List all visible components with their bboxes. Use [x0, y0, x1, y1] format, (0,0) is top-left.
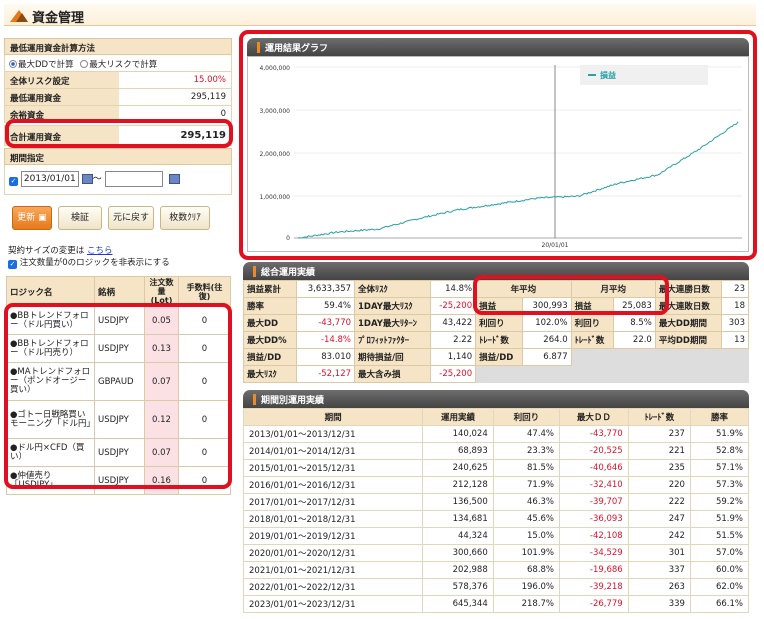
periods-header: 期間別運用実績: [243, 390, 749, 408]
period-section: 期間指定 ✓ 2013/01/01 〜: [4, 148, 232, 195]
calc-method-options: 最大DDで計算 最大リスクで計算: [4, 55, 232, 72]
period-row: 2018/01/01〜2018/12/31 134,681 45.6% -36,093…: [242, 510, 750, 528]
calendar-from-icon[interactable]: [81, 174, 93, 184]
hide-zero-option[interactable]: ✓ 注文数量が0のロジックを非表示にする: [8, 256, 170, 269]
clear-button[interactable]: 枚数ｸﾘｱ: [160, 206, 210, 230]
date-from-input[interactable]: 2013/01/01: [20, 171, 79, 187]
highlight-graph: [239, 30, 757, 260]
period-row: 2015/01/01〜2015/12/31 240,625 81.5% -40,646…: [242, 459, 750, 477]
contract-note: 契約サイズの変更は こちら: [8, 246, 113, 256]
period-row: 2023/01/01〜2023/12/31 645,344 218.7% -26,77…: [242, 595, 750, 613]
risk-setting-row: 全体リスク設定 15.00%: [4, 72, 232, 89]
calc-method-header: 最低運用資金計算方法: [4, 38, 232, 55]
highlight-logic-rows: [4, 303, 232, 489]
risk-setting-value[interactable]: 15.00%: [119, 72, 231, 88]
period-row: 2019/01/01〜2019/12/31 44,324 15.0% -42,108 2…: [242, 527, 750, 545]
radio-maxdd[interactable]: 最大DDで計算: [9, 60, 74, 70]
verify-button[interactable]: 検証: [58, 206, 102, 230]
min-capital-row: 最低運用資金 295,119: [4, 89, 232, 106]
radio-maxrisk[interactable]: 最大リスクで計算: [80, 60, 157, 70]
period-header: 期間指定: [4, 148, 232, 165]
period-row: 2017/01/01〜2017/12/31 136,500 46.3% -39,707…: [242, 493, 750, 511]
date-to-input[interactable]: [104, 171, 163, 187]
reset-button[interactable]: 元に戻す: [108, 206, 154, 230]
period-row: 2020/01/01〜2020/12/31 300,660 101.9% -34,52…: [242, 544, 750, 562]
update-button[interactable]: 更新 ▣: [12, 206, 52, 230]
period-row: 2014/01/01〜2014/12/31 68,893 23.3% -20,525 2…: [242, 442, 750, 460]
period-row: 2013/01/01〜2013/12/31 140,024 47.4% -43,770…: [242, 425, 750, 443]
highlight-total-capital: [5, 119, 233, 148]
title-icon: [10, 10, 28, 22]
periods-table: 期間 運用実績 利回り 最大ＤＤ ﾄﾚｰﾄﾞ数 勝率 2013/01/01〜2013/12…: [242, 408, 750, 613]
period-row: 2022/01/01〜2022/12/31 578,376 196.0% -39,21…: [242, 578, 750, 596]
period-row: 2016/01/01〜2016/12/31 212,128 71.9% -32,410…: [242, 476, 750, 494]
contract-link[interactable]: こちら: [87, 246, 113, 256]
calendar-to-icon[interactable]: [168, 174, 180, 184]
period-row: 2021/01/01〜2021/12/31 202,988 68.8% -19,686…: [242, 561, 750, 579]
period-checkbox[interactable]: ✓: [9, 176, 18, 186]
page-title: 資金管理: [32, 11, 85, 26]
highlight-averages: [473, 275, 669, 315]
page-header: 資金管理: [4, 4, 756, 26]
